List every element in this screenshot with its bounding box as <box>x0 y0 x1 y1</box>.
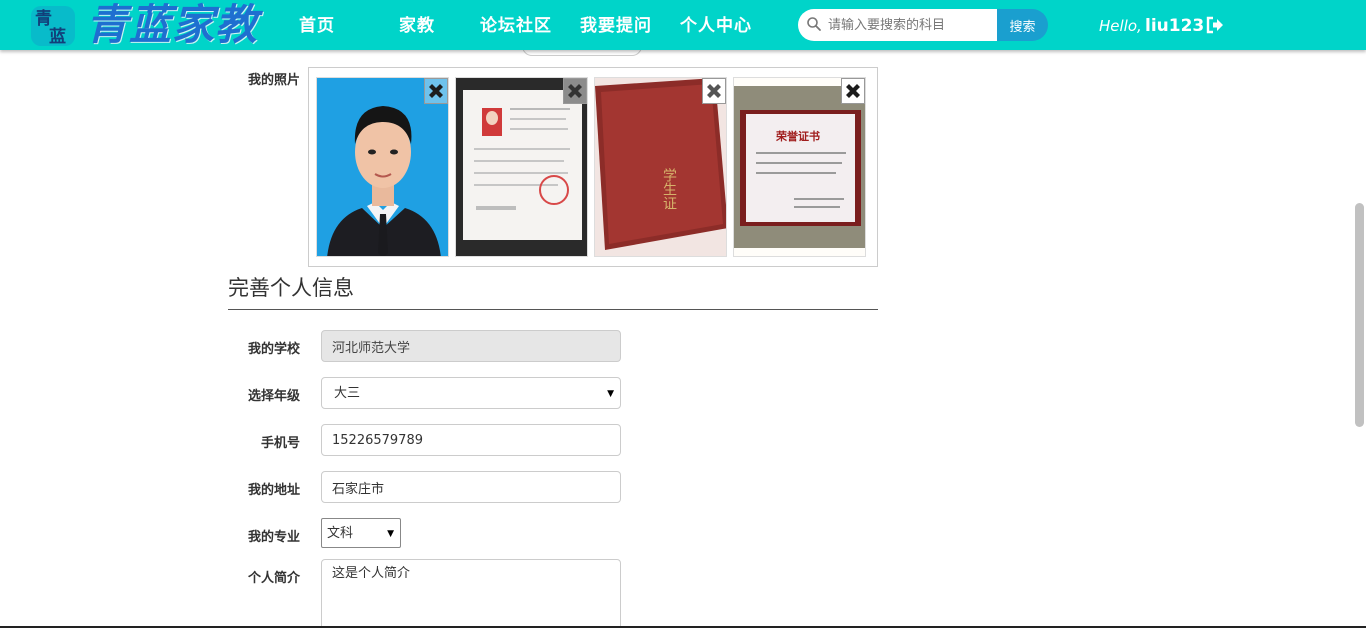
phone-field[interactable] <box>321 424 621 456</box>
photo-gallery: 学生证 荣誉证书 <box>308 67 878 267</box>
school-field <box>321 330 621 362</box>
logo-seal-icon[interactable]: 青 蓝 <box>27 2 81 48</box>
address-label: 我的地址 <box>247 483 300 498</box>
delete-photo-4-close-icon[interactable] <box>841 78 865 104</box>
search-button[interactable]: 搜索 <box>997 9 1048 41</box>
top-navbar: 青 蓝 青蓝家教 首页 家教 论坛社区 我要提问 个人中心 搜索 Hello, … <box>0 0 1366 50</box>
chevron-down-icon: ▼ <box>387 529 394 539</box>
address-field[interactable] <box>321 471 621 503</box>
search-icon <box>807 17 821 31</box>
username-link[interactable]: liu123 <box>1145 0 1204 50</box>
major-selected-value: 文科 <box>327 526 354 541</box>
grade-select[interactable]: 大三 ▼ <box>321 377 621 409</box>
section-title: 完善个人信息 <box>228 273 878 310</box>
site-logo[interactable]: 青蓝家教 <box>86 0 258 50</box>
portrait-photo[interactable] <box>316 77 449 257</box>
phone-label: 手机号 <box>260 436 300 451</box>
svg-text:荣誉证书: 荣誉证书 <box>775 129 820 143</box>
grade-label: 选择年级 <box>247 389 300 404</box>
delete-photo-1-close-icon[interactable] <box>424 78 448 104</box>
svg-text:学生证: 学生证 <box>661 168 677 210</box>
sign-out-icon[interactable] <box>1205 15 1225 35</box>
honor-certificate-photo[interactable]: 荣誉证书 <box>733 77 866 257</box>
delete-photo-2-close-icon[interactable] <box>563 78 587 104</box>
greeting-text: Hello, <box>1099 17 1142 35</box>
chevron-down-icon: ▼ <box>607 389 614 399</box>
nav-tutoring[interactable]: 家教 <box>399 0 435 50</box>
photos-label: 我的照片 <box>247 73 300 88</box>
student-card-cover-photo[interactable]: 学生证 <box>594 77 727 257</box>
nav-forum[interactable]: 论坛社区 <box>480 0 552 50</box>
grade-selected-value: 大三 <box>334 386 361 401</box>
school-label: 我的学校 <box>247 342 300 357</box>
search-input[interactable] <box>828 9 994 41</box>
major-label: 我的专业 <box>247 530 300 545</box>
major-select[interactable]: 文科 ▼ <box>321 518 401 548</box>
bio-textarea[interactable]: 这是个人简介 <box>321 559 621 628</box>
svg-text:青: 青 <box>35 8 52 29</box>
nav-home[interactable]: 首页 <box>299 0 335 50</box>
nav-personal-center[interactable]: 个人中心 <box>680 0 752 50</box>
id-certificate-photo[interactable] <box>455 77 588 257</box>
search-box <box>798 9 998 41</box>
page-scrollbar[interactable] <box>1355 203 1364 427</box>
bio-label: 个人简介 <box>247 571 300 586</box>
nav-ask-question[interactable]: 我要提问 <box>580 0 652 50</box>
delete-photo-3-close-icon[interactable] <box>702 78 726 104</box>
svg-text:蓝: 蓝 <box>49 27 66 47</box>
